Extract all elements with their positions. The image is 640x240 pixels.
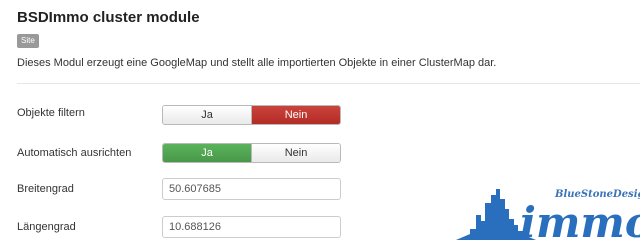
filter-yes-option[interactable]: Ja xyxy=(163,106,251,124)
filter-toggle: Ja Nein xyxy=(162,105,341,125)
site-badge: Site xyxy=(17,34,39,48)
longitude-label: Längengrad xyxy=(17,221,76,233)
align-toggle: Ja Nein xyxy=(162,143,341,163)
latitude-input[interactable] xyxy=(162,178,341,200)
filter-no-option[interactable]: Nein xyxy=(251,106,340,124)
immo-wordmark: immo xyxy=(520,198,640,240)
align-no-option[interactable]: Nein xyxy=(251,144,340,162)
divider xyxy=(17,83,640,84)
module-title: BSDImmo cluster module xyxy=(17,9,200,26)
align-yes-option[interactable]: Ja xyxy=(163,144,251,162)
module-description: Dieses Modul erzeugt eine GoogleMap und … xyxy=(17,57,497,69)
longitude-input[interactable] xyxy=(162,216,341,238)
align-label: Automatisch ausrichten xyxy=(17,147,132,159)
latitude-label: Breitengrad xyxy=(17,183,74,195)
filter-label: Objekte filtern xyxy=(17,107,85,119)
logo-caption: BlueStoneDesign xyxy=(555,189,640,200)
module-settings-page: BSDImmo cluster module Site Dieses Modul… xyxy=(0,0,640,240)
